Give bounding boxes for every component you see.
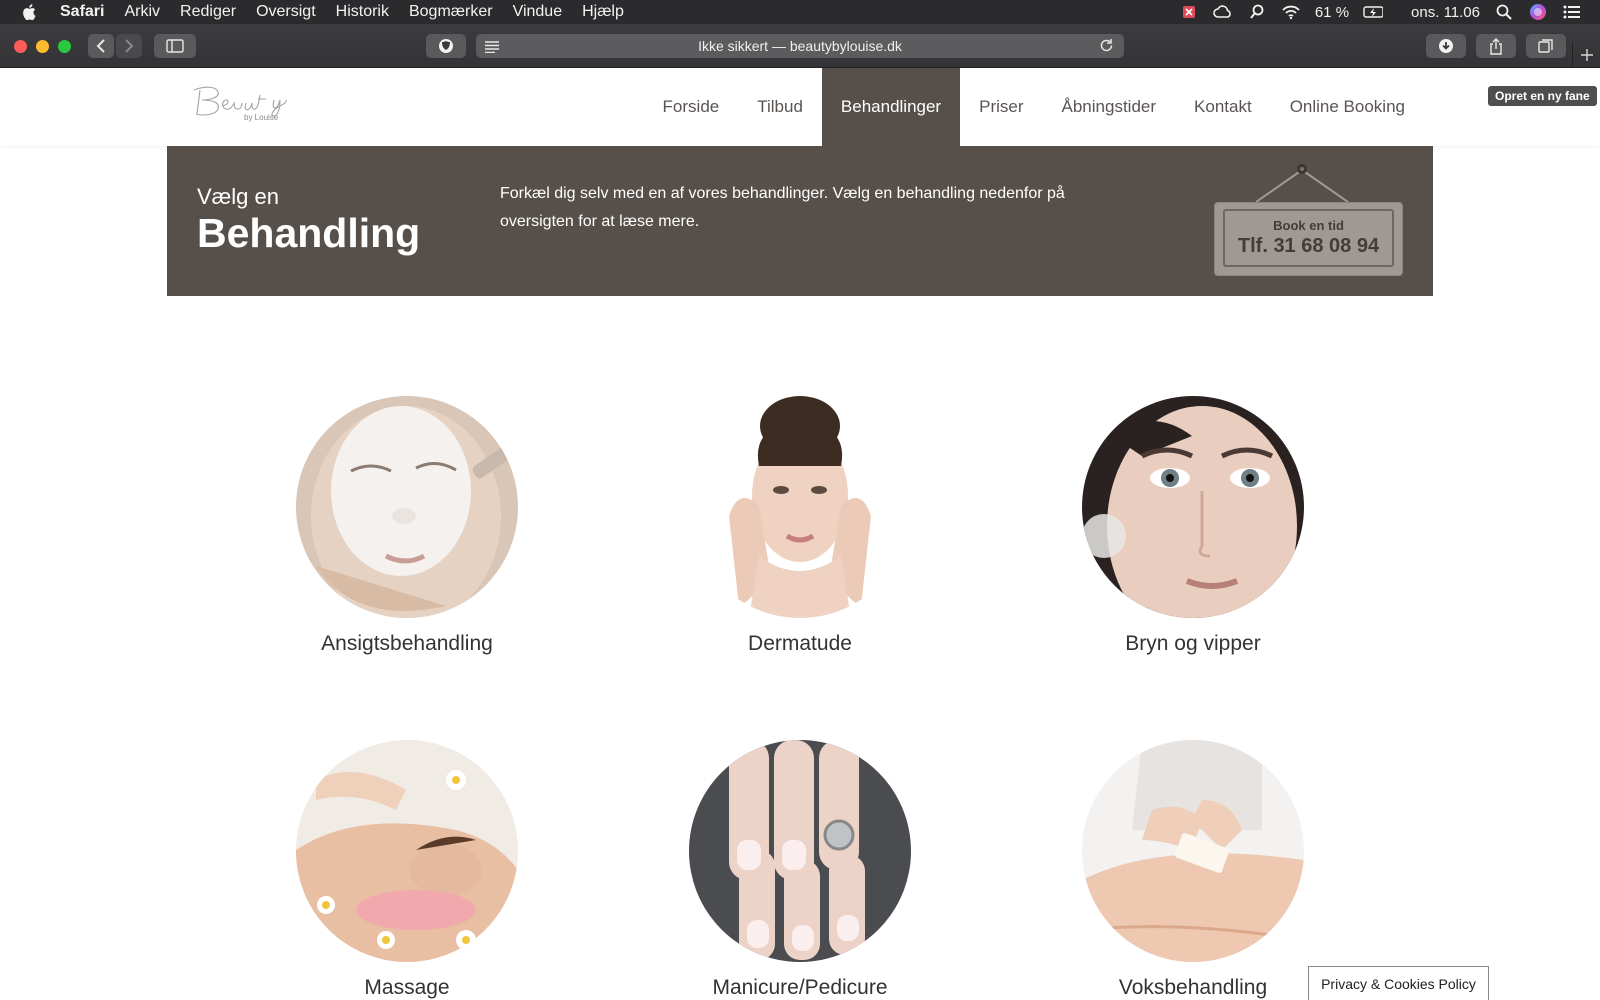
- treatment-label[interactable]: Voksbehandling: [1043, 976, 1343, 1000]
- download-icon: [1439, 39, 1453, 53]
- privacy-report-button[interactable]: [426, 34, 466, 58]
- nav-online-booking[interactable]: Online Booking: [1271, 68, 1424, 146]
- menu-hjaelp[interactable]: Hjælp: [582, 3, 624, 21]
- wifi-icon[interactable]: [1281, 3, 1301, 21]
- window-controls: [14, 40, 71, 53]
- hero-banner: Vælg en Behandling Forkæl dig selv med e…: [167, 146, 1433, 296]
- tab-overview-button[interactable]: [1526, 34, 1566, 58]
- share-icon: [1490, 37, 1502, 55]
- sidebar-icon: [166, 39, 184, 53]
- privacy-cookies-button[interactable]: Privacy & Cookies Policy: [1308, 966, 1489, 1000]
- site-header: by Louise Forside Tilbud Behandlinger Pr…: [0, 68, 1600, 146]
- treatment-card[interactable]: Voksbehandling: [1043, 740, 1343, 1000]
- woman-face-photo[interactable]: [689, 396, 911, 618]
- minimize-window-button[interactable]: [36, 40, 49, 53]
- browser-toolbar: Ikke sikkert — beautybylouise.dk: [0, 24, 1600, 68]
- treatment-label[interactable]: Dermatude: [650, 632, 950, 656]
- treatment-card[interactable]: Ansigtsbehandling: [257, 396, 557, 656]
- apple-icon[interactable]: [22, 3, 40, 21]
- battery-percent: 61 %: [1314, 3, 1350, 21]
- nav-kontakt[interactable]: Kontakt: [1175, 68, 1271, 146]
- site-logo[interactable]: by Louise: [188, 82, 300, 128]
- menu-oversigt[interactable]: Oversigt: [256, 3, 316, 21]
- close-window-button[interactable]: [14, 40, 27, 53]
- sign-book-text: Book en tid: [1273, 218, 1344, 233]
- chevron-left-icon: [96, 39, 105, 53]
- main-nav: Forside Tilbud Behandlinger Priser Åbnin…: [644, 68, 1424, 146]
- menu-bar: Safari Arkiv Rediger Oversigt Historik B…: [0, 0, 1600, 24]
- app-status-icon[interactable]: [1179, 3, 1199, 21]
- new-tab-tooltip: Opret en ny fane: [1488, 86, 1597, 106]
- hero-kicker: Vælg en: [197, 184, 279, 209]
- nav-tilbud[interactable]: Tilbud: [738, 68, 822, 146]
- french-nails-photo[interactable]: [689, 740, 911, 962]
- menu-safari[interactable]: Safari: [60, 3, 104, 21]
- eyes-closeup-photo[interactable]: [1082, 396, 1304, 618]
- menu-bogmaerker[interactable]: Bogmærker: [409, 3, 493, 21]
- forward-button[interactable]: [116, 34, 142, 58]
- back-button[interactable]: [88, 34, 114, 58]
- sign-board: Book en tid Tlf. 31 68 08 94: [1214, 202, 1403, 276]
- treatment-label[interactable]: Bryn og vipper: [1043, 632, 1343, 656]
- downloads-button[interactable]: [1426, 34, 1466, 58]
- sign-inner: Book en tid Tlf. 31 68 08 94: [1223, 209, 1394, 267]
- spotlight-alt-icon[interactable]: [1247, 3, 1267, 21]
- nav-priser[interactable]: Priser: [960, 68, 1042, 146]
- sidebar-toggle-button[interactable]: [154, 34, 196, 58]
- shield-icon: [439, 39, 453, 53]
- nav-behandlinger[interactable]: Behandlinger: [821, 68, 961, 146]
- treatment-card[interactable]: Massage: [257, 740, 557, 1000]
- page-title: Behandling: [197, 210, 421, 256]
- new-tab-button[interactable]: [1572, 42, 1600, 68]
- back-massage-photo[interactable]: [296, 740, 518, 962]
- reader-view-icon[interactable]: [484, 40, 500, 56]
- leg-wax-photo[interactable]: [1082, 740, 1304, 962]
- treatment-card[interactable]: Manicure/Pedicure: [650, 740, 950, 1000]
- nav-abningstider[interactable]: Åbningstider: [1043, 68, 1176, 146]
- address-text[interactable]: Ikke sikkert — beautybylouise.dk: [698, 38, 902, 54]
- creative-cloud-icon[interactable]: [1213, 3, 1233, 21]
- treatment-card[interactable]: Dermatude: [650, 396, 950, 656]
- notification-center-icon[interactable]: [1562, 3, 1582, 21]
- menu-rediger[interactable]: Rediger: [180, 3, 236, 21]
- tabs-icon: [1538, 39, 1553, 53]
- status-area: 61 % ons. 11.06: [1179, 0, 1582, 24]
- nav-forside[interactable]: Forside: [644, 68, 739, 146]
- menu-arkiv[interactable]: Arkiv: [124, 3, 160, 21]
- battery-charging-icon[interactable]: [1363, 3, 1384, 21]
- treatment-label[interactable]: Massage: [257, 976, 557, 1000]
- share-button[interactable]: [1476, 34, 1516, 58]
- book-sign[interactable]: Book en tid Tlf. 31 68 08 94: [1210, 162, 1403, 280]
- search-icon[interactable]: [1494, 3, 1514, 21]
- siri-icon[interactable]: [1528, 3, 1548, 21]
- facial-mask-photo[interactable]: [296, 396, 518, 618]
- chevron-right-icon: [125, 39, 134, 53]
- menu-historik[interactable]: Historik: [336, 3, 389, 21]
- reload-icon[interactable]: [1099, 38, 1114, 56]
- menubar-clock[interactable]: ons. 11.06: [1411, 4, 1480, 21]
- address-bar[interactable]: Ikke sikkert — beautybylouise.dk: [476, 34, 1124, 58]
- treatment-label[interactable]: Manicure/Pedicure: [650, 976, 950, 1000]
- menu-vindue[interactable]: Vindue: [513, 3, 563, 21]
- zoom-window-button[interactable]: [58, 40, 71, 53]
- treatment-card[interactable]: Bryn og vipper: [1043, 396, 1343, 656]
- logo-subtext: by Louise: [244, 113, 279, 122]
- hero-description: Forkæl dig selv med en af vores behandli…: [500, 185, 1065, 230]
- plus-icon: [1580, 49, 1593, 61]
- sign-phone[interactable]: Tlf. 31 68 08 94: [1238, 235, 1379, 258]
- treatment-label[interactable]: Ansigtsbehandling: [257, 632, 557, 656]
